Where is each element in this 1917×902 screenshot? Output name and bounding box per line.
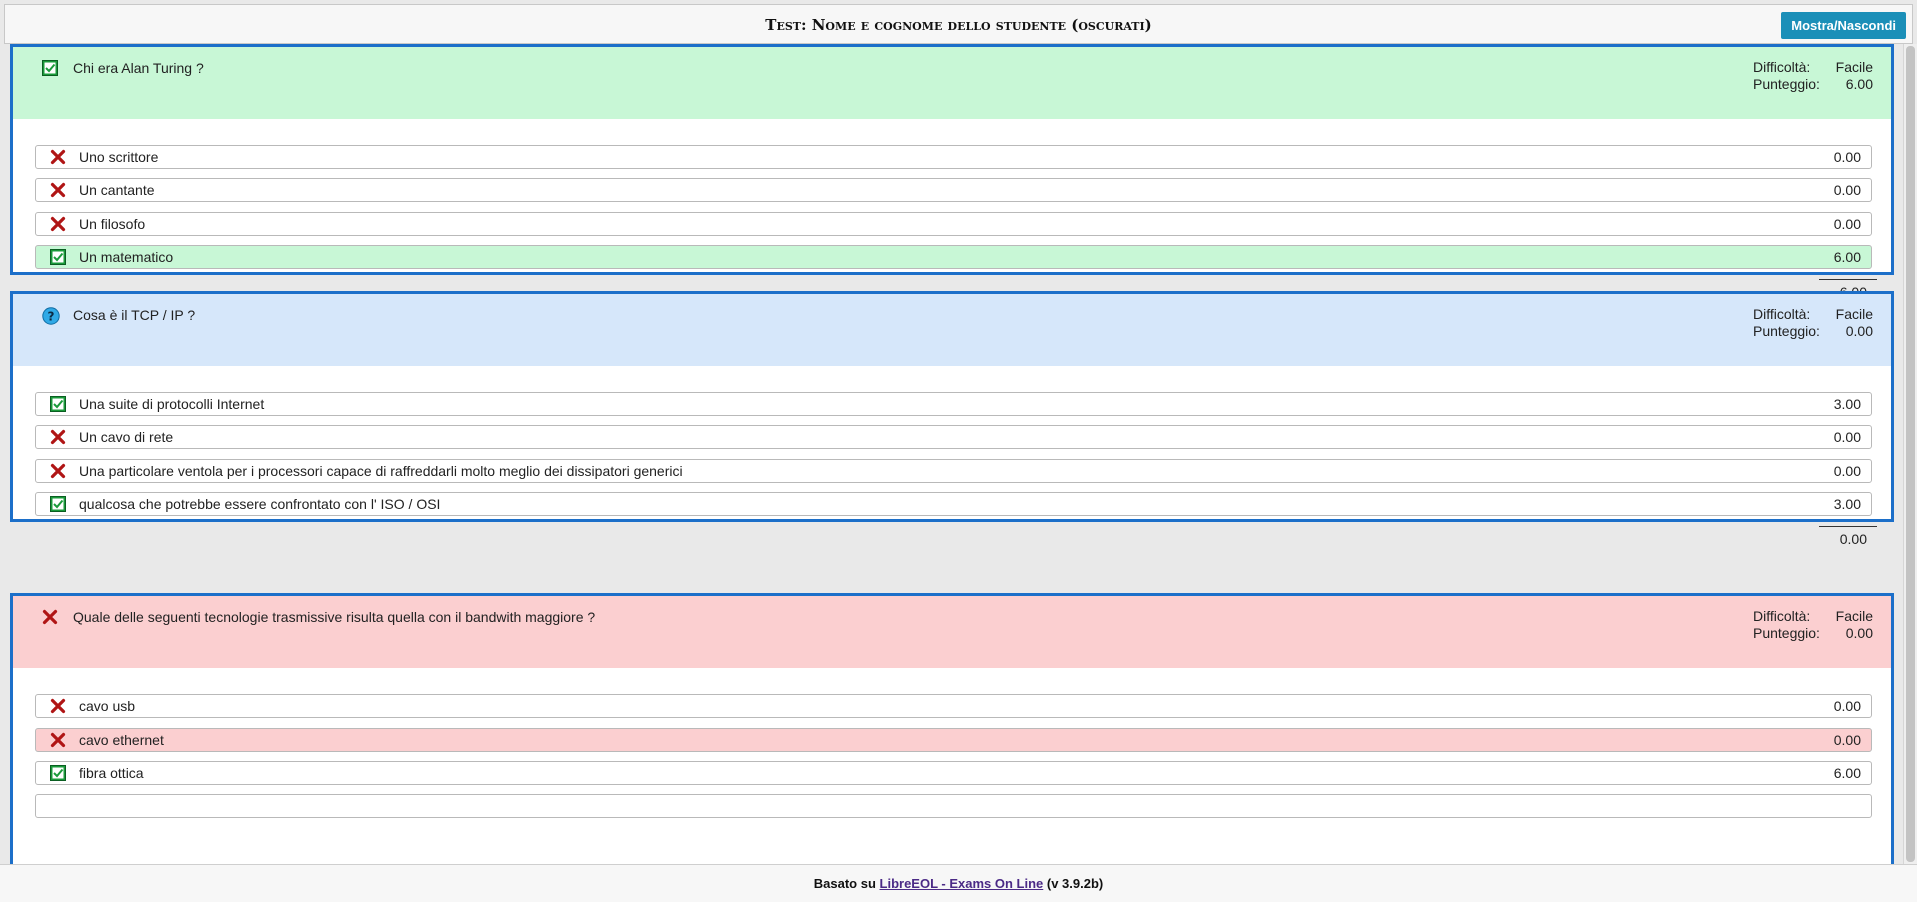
answer-row[interactable]: Una particolare ventola per i processori… — [35, 459, 1872, 483]
question-meta: Difficoltà: Facile Punteggio: 6.00 — [1753, 59, 1873, 93]
score-value: 6.00 — [1845, 76, 1873, 92]
x-icon — [50, 463, 66, 479]
total-divider — [1819, 526, 1877, 527]
question-meta: Difficoltà: Facile Punteggio: 0.00 — [1753, 306, 1873, 340]
answer-row[interactable]: Un filosofo 0.00 — [35, 212, 1872, 236]
answer-score: 0.00 — [1833, 429, 1861, 445]
answer-text: Un cavo di rete — [79, 429, 174, 445]
answer-text: cavo usb — [79, 698, 136, 714]
answer-text: qualcosa che potrebbe essere confrontato… — [79, 496, 441, 512]
x-icon — [50, 182, 66, 198]
check-icon — [50, 249, 66, 265]
answer-score: 0.00 — [1833, 463, 1861, 479]
answer-score: 0.00 — [1833, 216, 1861, 232]
score-label: Punteggio: — [1753, 323, 1820, 339]
question-text: Chi era Alan Turing ? — [73, 60, 204, 76]
question-total: 0.00 — [1839, 531, 1867, 547]
answer-text: Un matematico — [79, 249, 174, 265]
question-text: Cosa è il TCP / IP ? — [73, 307, 196, 323]
title-student: Nome e cognome dello studente (oscurati) — [811, 16, 1152, 34]
answer-row[interactable]: Un matematico 6.00 — [35, 245, 1872, 269]
check-icon — [50, 496, 66, 512]
answer-text: Un filosofo — [79, 216, 146, 232]
question-header: ? Cosa è il TCP / IP ? Difficoltà: Facile… — [13, 294, 1891, 366]
footer: Basato su LibreEOL - Exams On Line (v 3.… — [0, 864, 1917, 902]
vertical-scrollbar[interactable] — [1903, 44, 1917, 864]
answer-row[interactable] — [35, 794, 1872, 818]
footer-prefix: Basato su — [813, 876, 880, 891]
answer-row[interactable]: qualcosa che potrebbe essere confrontato… — [35, 492, 1872, 516]
answer-text: Una particolare ventola per i processori… — [79, 463, 683, 479]
answer-score: 0.00 — [1833, 698, 1861, 714]
total-divider — [1819, 279, 1877, 280]
answer-row[interactable]: Una suite di protocolli Internet 3.00 — [35, 392, 1872, 416]
answer-row[interactable]: cavo ethernet 0.00 — [35, 728, 1872, 752]
answer-text: cavo ethernet — [79, 732, 164, 748]
score-label: Punteggio: — [1753, 625, 1820, 641]
answer-text: fibra ottica — [79, 765, 144, 781]
difficulty-value: Facile — [1835, 59, 1873, 75]
answer-row[interactable]: cavo usb 0.00 — [35, 694, 1872, 718]
check-icon — [50, 765, 66, 781]
question-card: Quale delle seguenti tecnologie trasmiss… — [10, 593, 1894, 864]
question-icon: ? — [42, 307, 60, 325]
answer-score: 0.00 — [1833, 732, 1861, 748]
check-icon — [42, 60, 58, 76]
question-header: Quale delle seguenti tecnologie trasmiss… — [13, 596, 1891, 668]
check-icon — [50, 396, 66, 412]
show-hide-button[interactable]: Mostra/Nascondi — [1781, 12, 1906, 39]
answer-score: 0.00 — [1833, 149, 1861, 165]
x-icon — [50, 149, 66, 165]
answer-text: Una suite di protocolli Internet — [79, 396, 265, 412]
answer-row[interactable]: Uno scrittore 0.00 — [35, 145, 1872, 169]
difficulty-label: Difficoltà: — [1753, 306, 1811, 322]
answer-score: 6.00 — [1833, 249, 1861, 265]
answer-row[interactable]: Un cantante 0.00 — [35, 178, 1872, 202]
page-title: Test: Nome e cognome dello studente (osc… — [5, 16, 1912, 34]
difficulty-value: Facile — [1835, 608, 1873, 624]
x-icon — [50, 429, 66, 445]
footer-version: (v 3.9.2b) — [1043, 876, 1104, 891]
difficulty-label: Difficoltà: — [1753, 59, 1811, 75]
score-label: Punteggio: — [1753, 76, 1820, 92]
answer-score: 3.00 — [1833, 396, 1861, 412]
answer-score: 3.00 — [1833, 496, 1861, 512]
answer-score: 0.00 — [1833, 182, 1861, 198]
answer-row[interactable]: Un cavo di rete 0.00 — [35, 425, 1872, 449]
question-list[interactable]: Chi era Alan Turing ? Difficoltà: Facile … — [0, 44, 1917, 864]
title-prefix: Test: — [765, 16, 812, 34]
question-meta: Difficoltà: Facile Punteggio: 0.00 — [1753, 608, 1873, 642]
answer-text: Uno scrittore — [79, 149, 159, 165]
question-text: Quale delle seguenti tecnologie trasmiss… — [73, 609, 596, 625]
answer-score: 6.00 — [1833, 765, 1861, 781]
difficulty-value: Facile — [1835, 306, 1873, 322]
score-value: 0.00 — [1845, 625, 1873, 641]
score-value: 0.00 — [1845, 323, 1873, 339]
libreeol-link[interactable]: LibreEOL - Exams On Line — [880, 876, 1044, 891]
difficulty-label: Difficoltà: — [1753, 608, 1811, 624]
question-header: Chi era Alan Turing ? Difficoltà: Facile … — [13, 47, 1891, 119]
x-icon — [42, 609, 58, 625]
answer-text: Un cantante — [79, 182, 155, 198]
answer-row[interactable]: fibra ottica 6.00 — [35, 761, 1872, 785]
x-icon — [50, 216, 66, 232]
header-bar: Test: Nome e cognome dello studente (osc… — [4, 4, 1913, 44]
scrollbar-thumb[interactable] — [1906, 46, 1915, 862]
x-icon — [50, 732, 66, 748]
x-icon — [50, 698, 66, 714]
question-card: ? Cosa è il TCP / IP ? Difficoltà: Facile… — [10, 291, 1894, 547]
question-card: Chi era Alan Turing ? Difficoltà: Facile … — [10, 44, 1894, 300]
svg-text:?: ? — [48, 310, 55, 324]
